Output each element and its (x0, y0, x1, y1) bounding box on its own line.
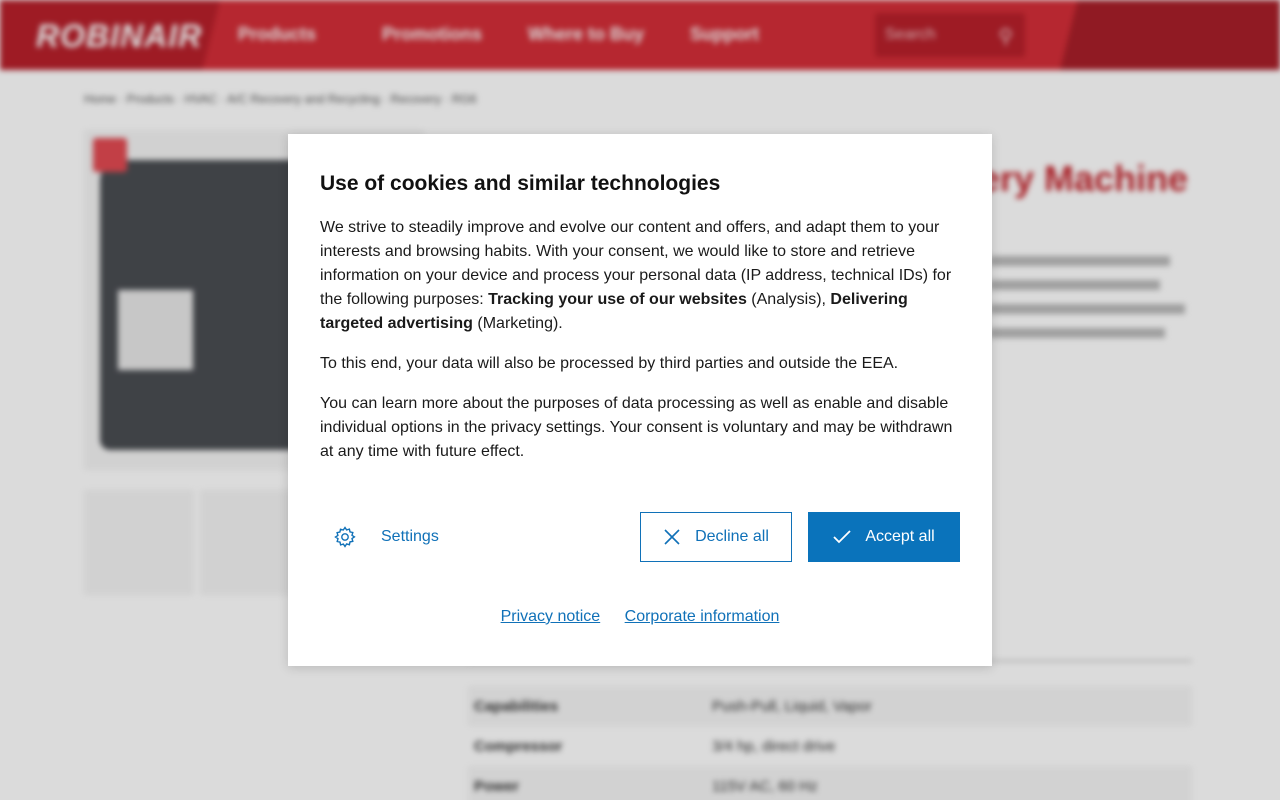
dialog-links: Privacy notice Corporate information (288, 608, 992, 626)
accept-label: Accept all (865, 528, 935, 545)
corporate-information-link[interactable]: Corporate information (625, 608, 780, 625)
settings-label: Settings (381, 528, 439, 545)
cookie-consent-dialog: Use of cookies and similar technologies … (288, 134, 992, 666)
accept-all-button[interactable]: Accept all (808, 512, 960, 562)
purpose-analysis: Tracking your use of our websites (488, 291, 747, 308)
privacy-notice-link[interactable]: Privacy notice (501, 608, 601, 625)
decline-all-button[interactable]: Decline all (640, 512, 792, 562)
decline-label: Decline all (695, 528, 769, 545)
paragraph-text: (Marketing). (472, 315, 563, 332)
consent-paragraph-1: We strive to steadily improve and evolve… (320, 216, 965, 336)
dialog-title: Use of cookies and similar technologies (320, 172, 721, 195)
gear-icon (334, 526, 356, 548)
consent-paragraph-2: To this end, your data will also be proc… (320, 355, 899, 372)
check-icon (833, 530, 851, 544)
dialog-body: We strive to steadily improve and evolve… (320, 216, 965, 480)
settings-button[interactable]: Settings (320, 512, 460, 562)
paragraph-text: (Analysis), (746, 291, 831, 308)
close-icon (664, 529, 680, 545)
consent-paragraph-3: You can learn more about the purposes of… (320, 395, 953, 460)
